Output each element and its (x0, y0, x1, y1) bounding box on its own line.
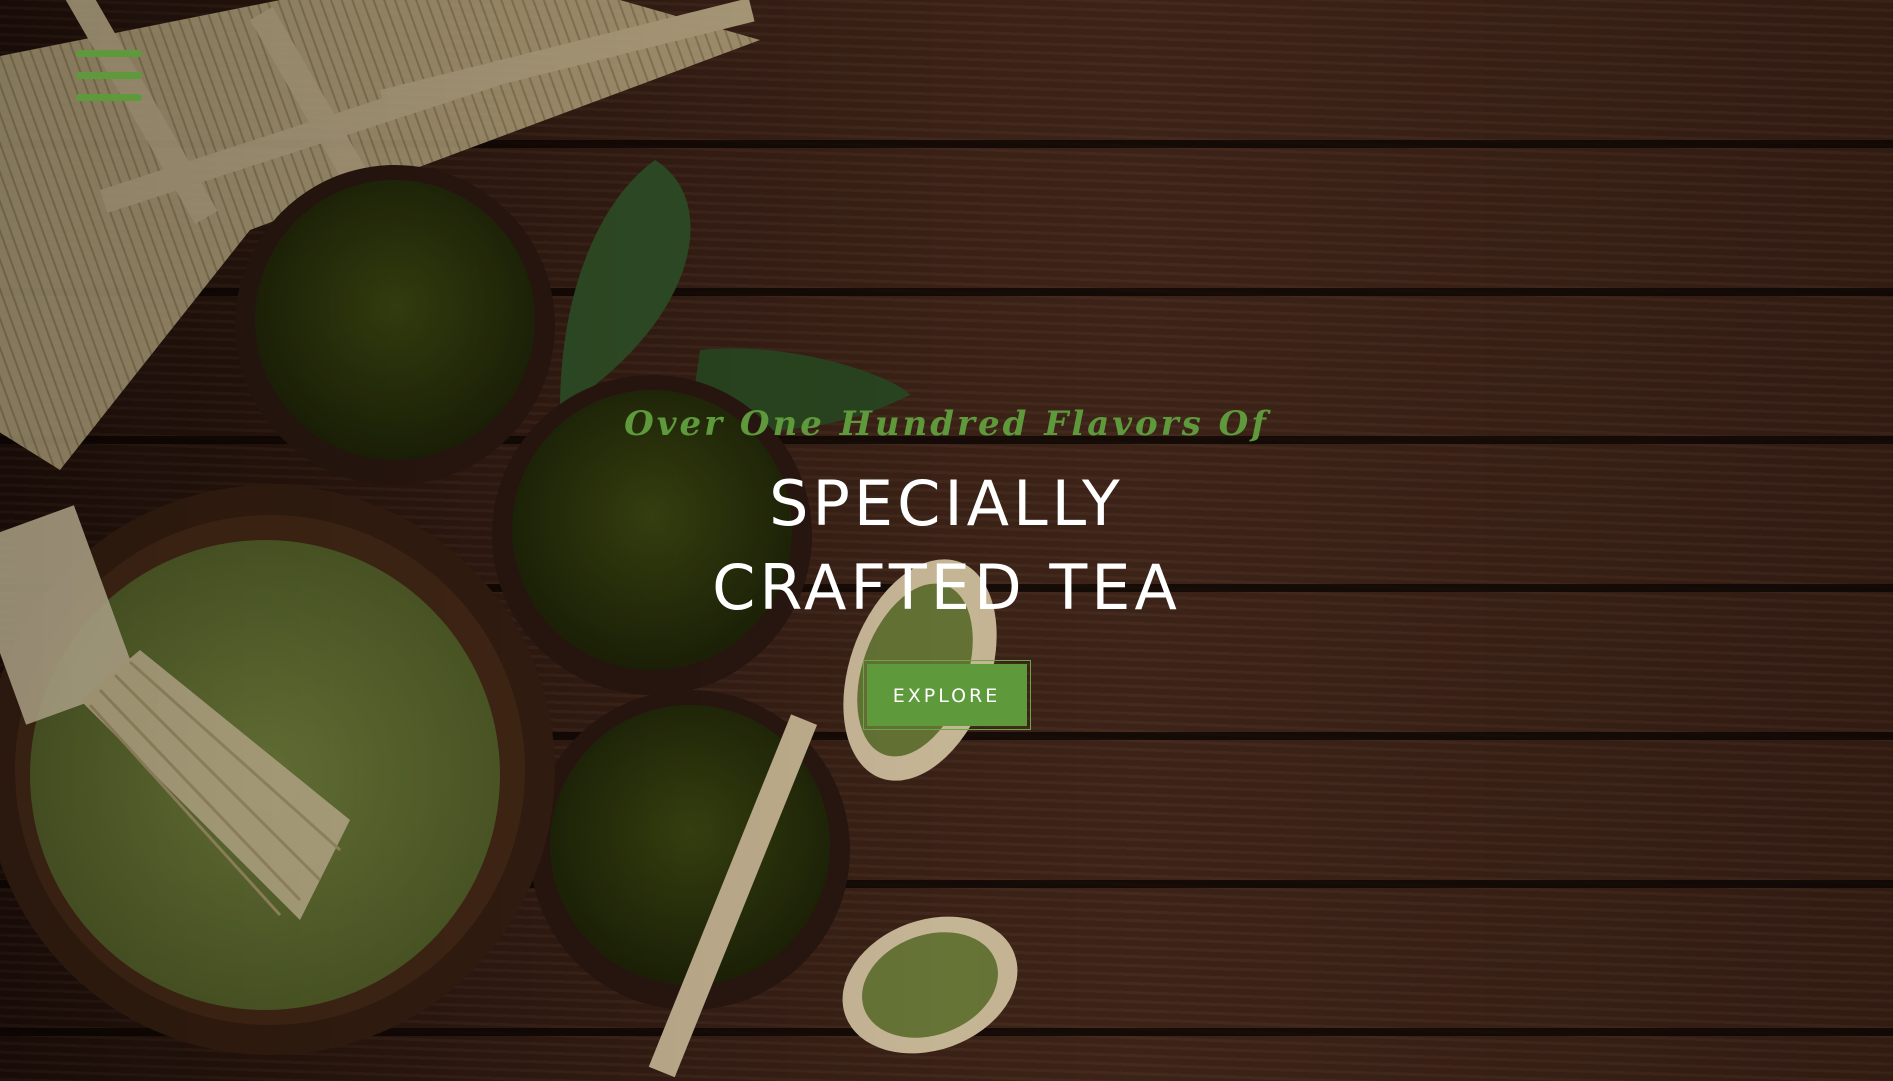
hero-tagline: Over One Hundred Flavors Of (624, 404, 1269, 444)
hamburger-icon[interactable] (76, 50, 142, 106)
hero-title-line-2: CRAFTED TEA (712, 551, 1181, 624)
hamburger-line (76, 50, 142, 57)
hero-content: Over One Hundred Flavors Of SPECIALLY CR… (0, 396, 1893, 730)
hamburger-line (76, 72, 142, 79)
explore-button-frame: EXPLORE (862, 660, 1031, 730)
hero-title-line-1: SPECIALLY (769, 467, 1124, 540)
hamburger-line (76, 94, 142, 101)
hero-section: Over One Hundred Flavors Of SPECIALLY CR… (0, 0, 1893, 1081)
explore-button[interactable]: EXPLORE (866, 664, 1027, 726)
hero-title: SPECIALLY CRAFTED TEA (0, 462, 1893, 630)
